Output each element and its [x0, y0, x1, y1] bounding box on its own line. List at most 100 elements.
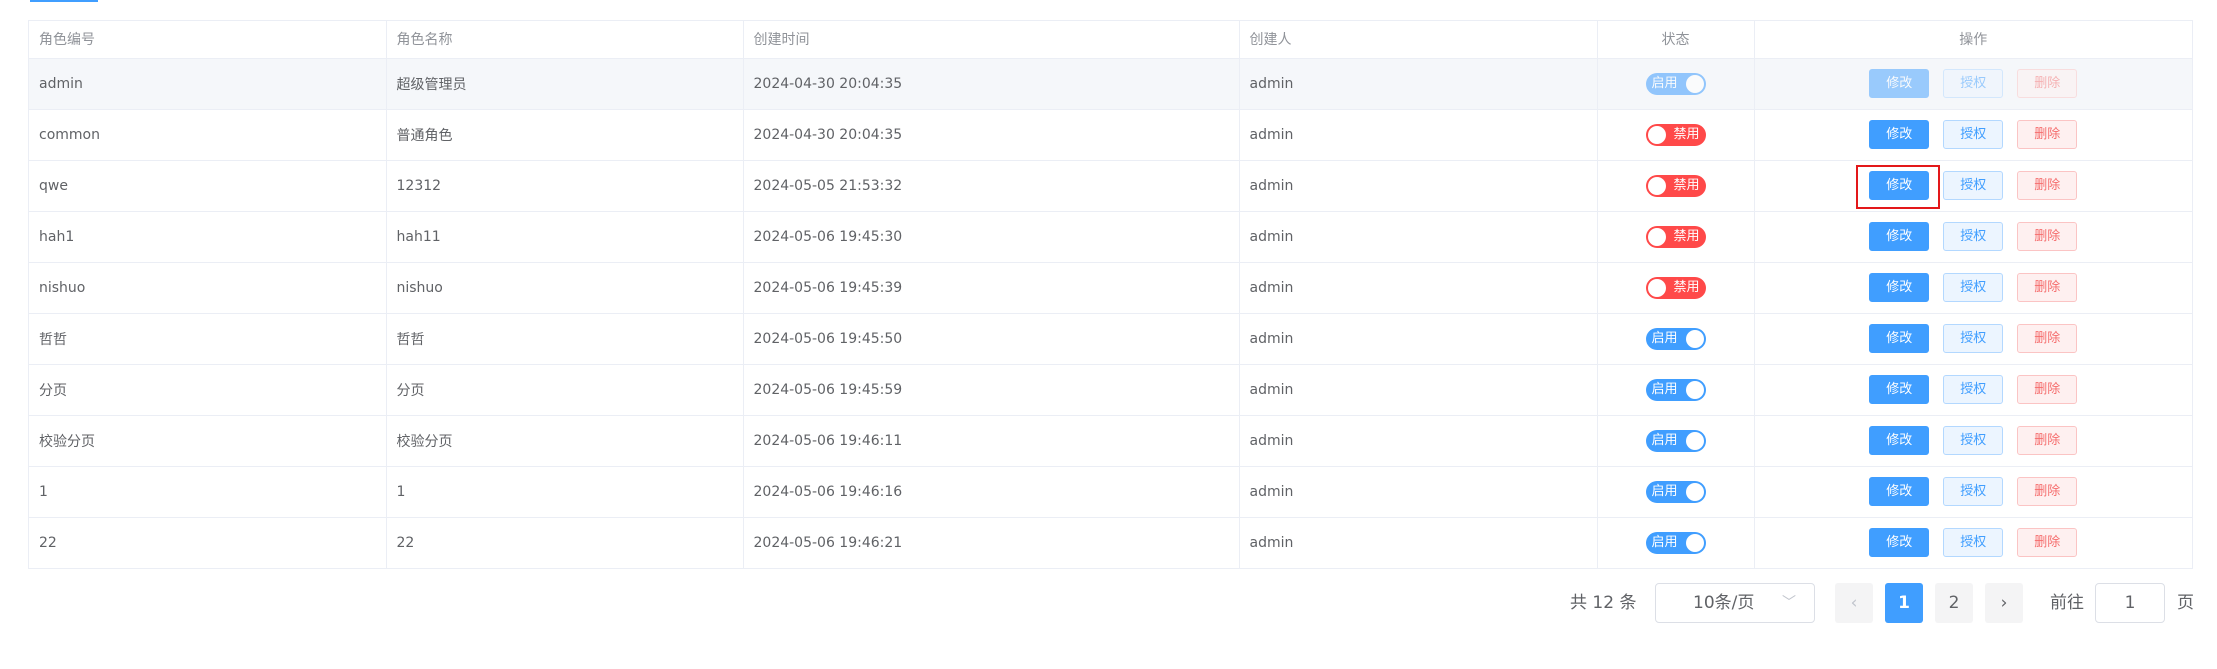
auth-button[interactable]: 授权 — [1943, 528, 2004, 558]
delete-button[interactable]: 删除 — [2017, 120, 2078, 149]
chevron-down-icon: ﹀ — [1782, 595, 1796, 611]
cell-actions: 修改 授权 删除 — [1754, 211, 2192, 263]
cell-actions: 修改 授权 删除 — [1754, 58, 2192, 110]
auth-button[interactable]: 授权 — [1943, 324, 2004, 353]
cell-created-at: 2024-05-06 19:45:59 — [743, 364, 1240, 416]
page-size-select[interactable]: 10条/页 ﹀ — [1655, 583, 1815, 623]
status-toggle[interactable]: 启用 — [1645, 72, 1706, 95]
edit-button[interactable]: 修改 — [1869, 222, 1930, 251]
highlighted-edit-wrap: 修改 — [1856, 165, 1941, 209]
cell-created-at: 2024-04-30 20:04:35 — [743, 109, 1240, 161]
status-toggle-label: 启用 — [1651, 534, 1678, 550]
table-row: 分页 分页 2024-05-06 19:45:59 admin 启用 修改 授权… — [29, 364, 2192, 416]
cell-role-name: 1 — [386, 466, 744, 518]
edit-button[interactable]: 修改 — [1869, 273, 1930, 302]
table-row: admin 超级管理员 2024-04-30 20:04:35 admin 启用… — [29, 58, 2192, 110]
cell-role-code: nishuo — [29, 262, 387, 314]
status-toggle[interactable]: 启用 — [1645, 531, 1706, 554]
status-toggle[interactable]: 启用 — [1645, 378, 1706, 401]
status-toggle-label: 启用 — [1651, 483, 1678, 499]
auth-button[interactable]: 授权 — [1943, 375, 2004, 404]
cell-creator: admin — [1239, 160, 1598, 212]
cell-role-code: admin — [29, 58, 387, 110]
auth-button[interactable]: 授权 — [1943, 69, 2004, 98]
table-row: qwe 12312 2024-05-05 21:53:32 admin 禁用 修… — [29, 160, 2192, 212]
auth-button[interactable]: 授权 — [1943, 477, 2004, 506]
delete-button[interactable]: 删除 — [2017, 324, 2078, 353]
status-toggle[interactable]: 启用 — [1645, 327, 1706, 350]
auth-button[interactable]: 授权 — [1943, 222, 2004, 251]
cell-status: 启用 — [1597, 58, 1755, 110]
header-creator: 创建人 — [1239, 21, 1598, 59]
cell-role-name: 超级管理员 — [386, 58, 744, 110]
edit-button[interactable]: 修改 — [1869, 375, 1930, 404]
cell-actions: 修改 授权 删除 — [1754, 262, 2192, 314]
status-toggle-label: 启用 — [1651, 381, 1678, 397]
cell-actions: 修改 授权 删除 — [1754, 313, 2192, 365]
cell-created-at: 2024-05-06 19:45:39 — [743, 262, 1240, 314]
page-size-value: 10条/页 — [1693, 593, 1755, 613]
cell-creator: admin — [1239, 466, 1598, 518]
delete-button[interactable]: 删除 — [2017, 273, 2078, 302]
pagination-total: 共 12 条 — [1570, 593, 1637, 613]
status-toggle[interactable]: 禁用 — [1645, 276, 1706, 299]
pagination: 共 12 条 10条/页 ﹀ ‹ 1 2 › 前往 页 — [0, 583, 2217, 623]
status-toggle[interactable]: 启用 — [1645, 480, 1706, 503]
delete-button[interactable]: 删除 — [2017, 426, 2078, 455]
cell-status: 启用 — [1597, 517, 1755, 568]
auth-button[interactable]: 授权 — [1943, 171, 2004, 200]
header-role-code: 角色编号 — [29, 21, 387, 59]
status-toggle[interactable]: 禁用 — [1645, 225, 1706, 248]
cell-actions: 修改 授权 删除 — [1754, 517, 2192, 568]
delete-button[interactable]: 删除 — [2017, 69, 2078, 98]
table-row: common 普通角色 2024-04-30 20:04:35 admin 禁用… — [29, 109, 2192, 161]
toggle-knob — [1647, 227, 1666, 246]
goto-label: 前往 — [2050, 593, 2084, 613]
status-toggle-label: 禁用 — [1673, 228, 1700, 244]
edit-button[interactable]: 修改 — [1869, 477, 1930, 506]
delete-button[interactable]: 删除 — [2017, 171, 2078, 200]
auth-button[interactable]: 授权 — [1943, 426, 2004, 455]
table-header-row: 角色编号 角色名称 创建时间 创建人 状态 操作 — [29, 21, 2192, 59]
cell-creator: admin — [1239, 517, 1598, 568]
status-toggle[interactable]: 禁用 — [1645, 123, 1706, 146]
cell-status: 禁用 — [1597, 109, 1755, 161]
chevron-right-icon: › — [2000, 593, 2008, 613]
edit-button[interactable]: 修改 — [1869, 528, 1930, 558]
delete-button[interactable]: 删除 — [2017, 222, 2078, 251]
toggle-knob — [1647, 176, 1666, 195]
prev-page-button[interactable]: ‹ — [1835, 583, 1873, 623]
cell-created-at: 2024-05-06 19:45:50 — [743, 313, 1240, 365]
toggle-knob — [1647, 125, 1666, 144]
page-2-button[interactable]: 2 — [1935, 583, 1973, 623]
auth-button[interactable]: 授权 — [1943, 273, 2004, 302]
cell-status: 启用 — [1597, 364, 1755, 416]
cell-created-at: 2024-05-06 19:46:11 — [743, 415, 1240, 467]
highlight-box — [1856, 165, 1941, 209]
cell-role-code: qwe — [29, 160, 387, 212]
next-page-button[interactable]: › — [1985, 583, 2023, 623]
cell-created-at: 2024-05-06 19:46:16 — [743, 466, 1240, 518]
goto-page-input[interactable] — [2095, 583, 2165, 623]
table-row: 22 22 2024-05-06 19:46:21 admin 启用 修改 授权… — [29, 517, 2192, 568]
cell-status: 启用 — [1597, 313, 1755, 365]
status-toggle[interactable]: 禁用 — [1645, 174, 1706, 197]
cell-creator: admin — [1239, 364, 1598, 416]
delete-button[interactable]: 删除 — [2017, 528, 2078, 558]
cell-actions: 修改 授权 删除 — [1754, 415, 2192, 467]
status-toggle[interactable]: 启用 — [1645, 429, 1706, 452]
header-actions: 操作 — [1754, 21, 2192, 59]
delete-button[interactable]: 删除 — [2017, 477, 2078, 506]
auth-button[interactable]: 授权 — [1943, 120, 2004, 149]
edit-button[interactable]: 修改 — [1869, 324, 1930, 353]
header-status: 状态 — [1597, 21, 1755, 59]
cell-creator: admin — [1239, 415, 1598, 467]
page-1-button[interactable]: 1 — [1885, 583, 1923, 623]
delete-button[interactable]: 删除 — [2017, 375, 2078, 404]
edit-button[interactable]: 修改 — [1869, 120, 1930, 149]
edit-button[interactable]: 修改 — [1869, 426, 1930, 455]
cell-role-name: 普通角色 — [386, 109, 744, 161]
toggle-knob — [1685, 482, 1704, 501]
cell-creator: admin — [1239, 211, 1598, 263]
edit-button[interactable]: 修改 — [1869, 69, 1930, 98]
